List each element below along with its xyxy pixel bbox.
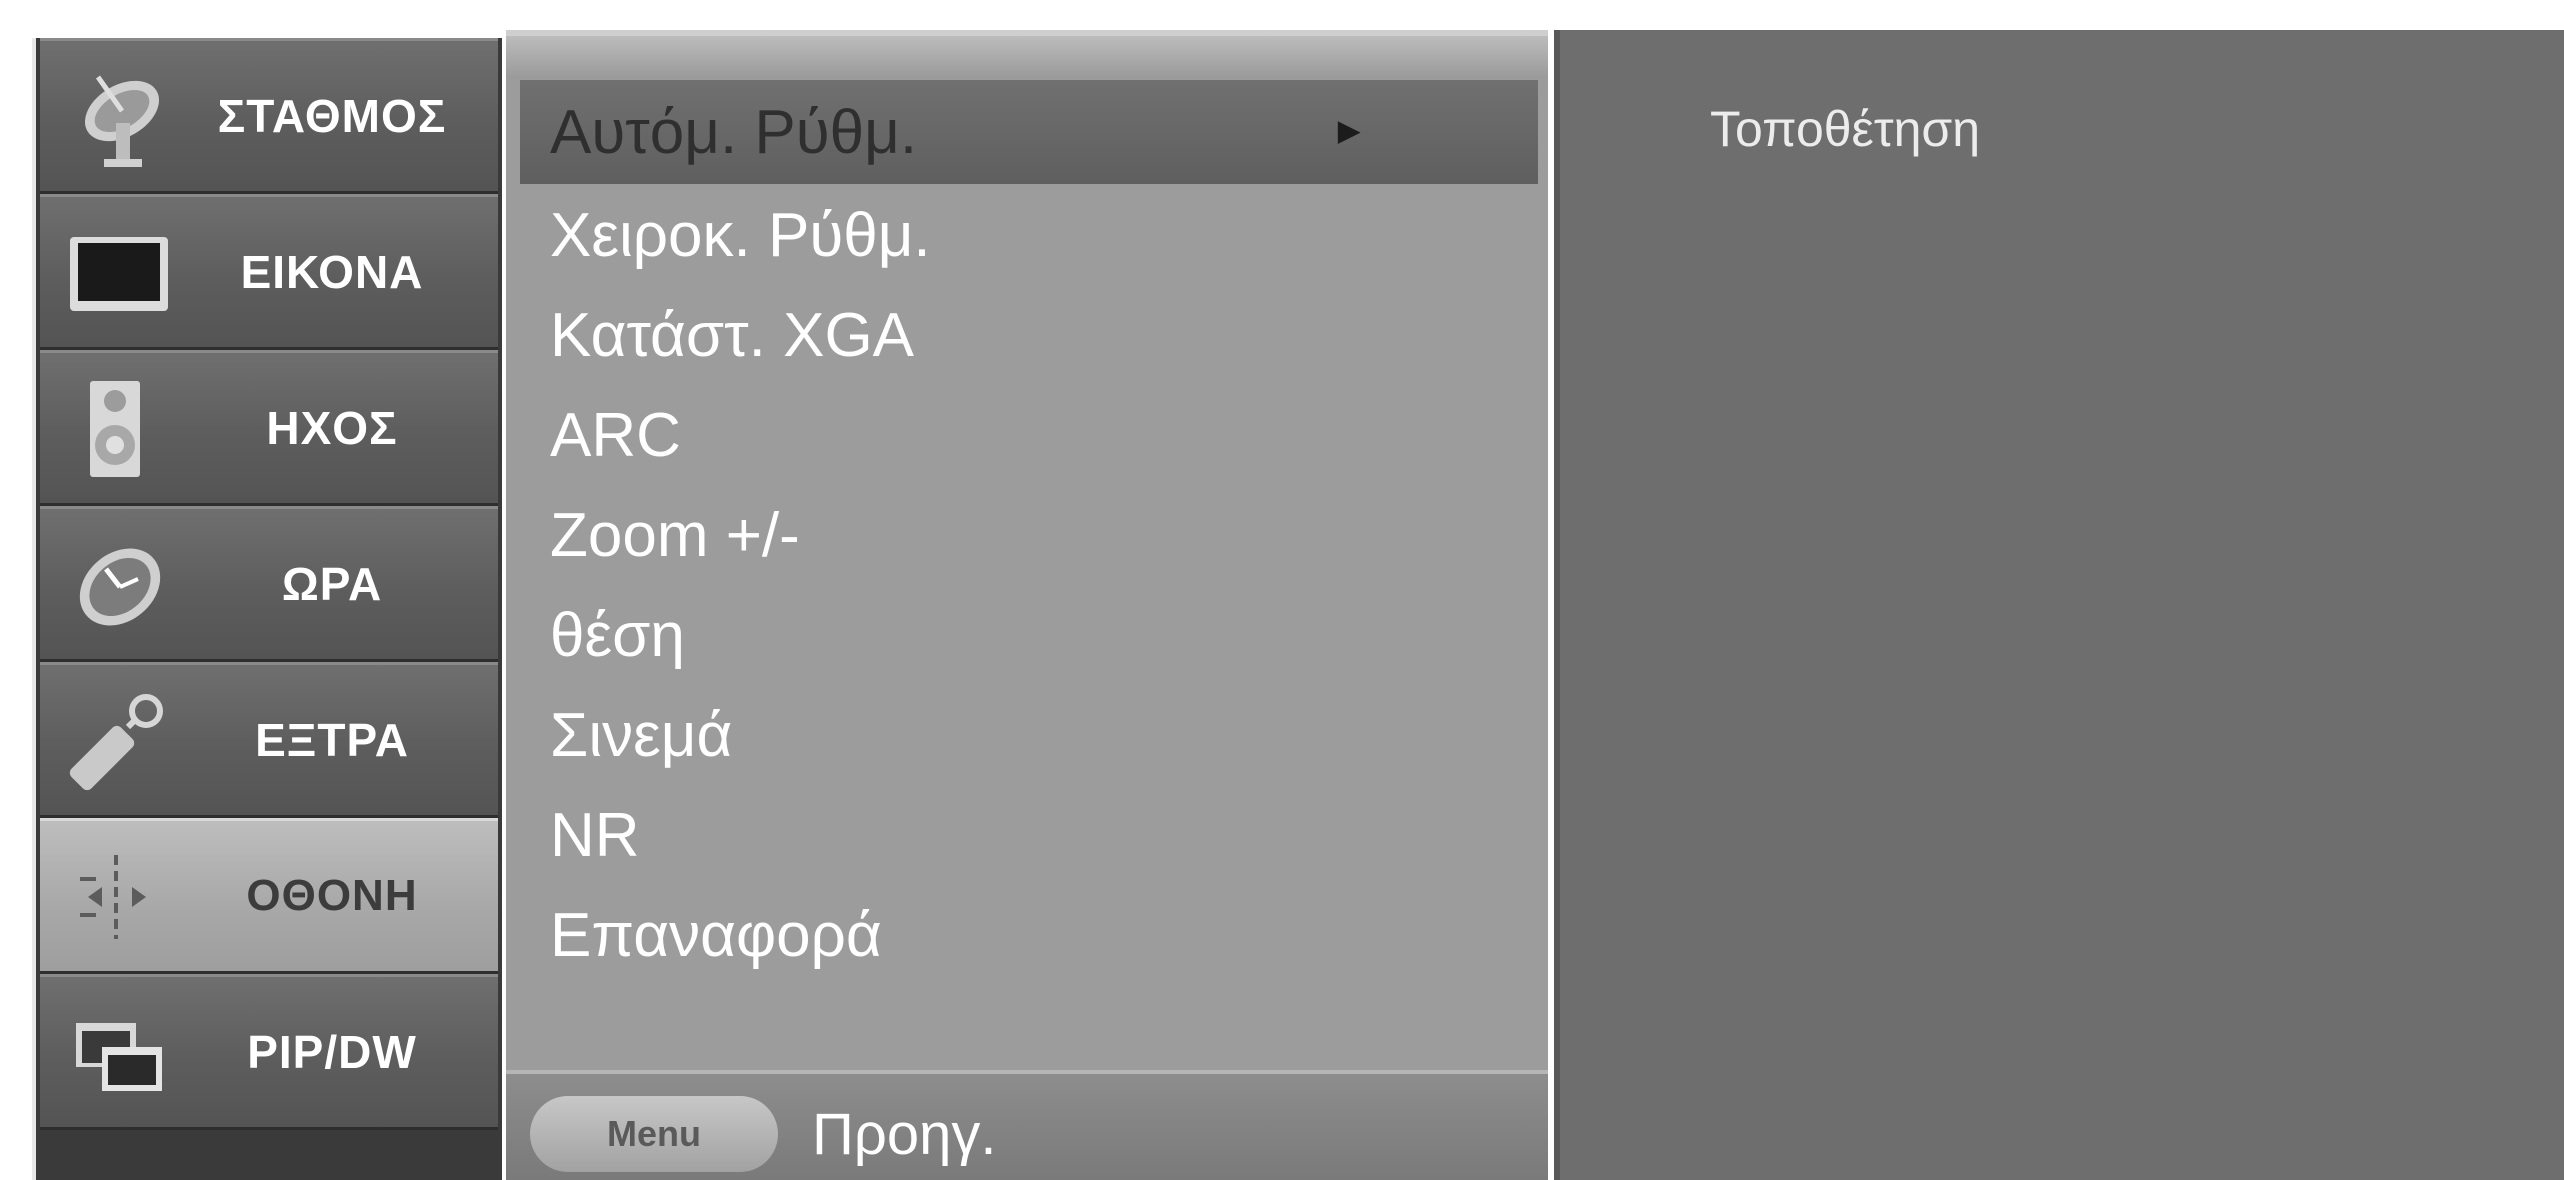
speaker-icon: [90, 381, 140, 477]
screen-adjust-icon: [80, 855, 146, 939]
submenu-item-xga-mode[interactable]: Κατάστ. XGA: [520, 286, 1538, 384]
submenu-item-label: Σινεμά: [550, 700, 733, 770]
submenu-item-label: θέση: [550, 600, 685, 670]
submenu-item-label: Χειροκ. Ρύθμ.: [550, 200, 931, 270]
submenu-item-label: ARC: [550, 400, 681, 470]
category-extra[interactable]: ΕΞΤΡΑ: [40, 662, 498, 818]
category-label: ΩΡΑ: [281, 558, 383, 610]
pip-windows-icon: [76, 1023, 162, 1091]
submenu-item-label: Αυτόμ. Ρύθμ.: [550, 97, 918, 167]
submenu-item-auto-config[interactable]: Αυτόμ. Ρύθμ. ►: [520, 80, 1538, 184]
category-pip-dw[interactable]: PIP/DW: [40, 974, 498, 1130]
submenu-footer: Menu Προηγ.: [506, 1070, 1548, 1180]
back-hint-label: Προηγ.: [812, 1101, 997, 1167]
submenu-panel: Αυτόμ. Ρύθμ. ► Χειροκ. Ρύθμ. Κατάστ. XGA…: [506, 30, 1548, 1180]
menu-button[interactable]: Menu: [530, 1096, 778, 1172]
submenu-item-arc[interactable]: ARC: [520, 386, 1538, 484]
category-ora[interactable]: ΩΡΑ: [40, 506, 498, 662]
category-label: ΕΞΤΡΑ: [255, 714, 409, 766]
info-panel-text: Τοποθέτηση: [1710, 101, 1981, 157]
key-tag-icon: [69, 694, 163, 791]
category-label: ΟΘΟΝΗ: [246, 871, 418, 920]
category-label: PIP/DW: [247, 1026, 417, 1078]
submenu-top-bar: [506, 36, 1548, 78]
info-panel: Τοποθέτηση: [1554, 30, 2564, 1180]
tv-screen-icon: [70, 237, 168, 311]
category-label: ΗΧΟΣ: [266, 402, 398, 454]
category-label: ΕΙΚΟΝΑ: [240, 246, 424, 298]
submenu-item-zoom[interactable]: Zoom +/-: [520, 486, 1538, 584]
submenu-item-position[interactable]: θέση: [520, 586, 1538, 684]
category-eikona[interactable]: ΕΙΚΟΝΑ: [40, 194, 498, 350]
right-arrow-icon: ►: [1330, 110, 1368, 153]
submenu-item-nr[interactable]: NR: [520, 786, 1538, 884]
category-column: ΣΤΑΘΜΟΣ ΕΙΚΟΝΑ ΗΧΟΣ ΩΡΑ ΕΞΤΡΑ ΟΘΟΝΗ PIP/…: [32, 38, 502, 1180]
submenu-item-label: NR: [550, 800, 640, 870]
category-ichos[interactable]: ΗΧΟΣ: [40, 350, 498, 506]
submenu-item-manual-config[interactable]: Χειροκ. Ρύθμ.: [520, 186, 1538, 284]
submenu-item-cinema[interactable]: Σινεμά: [520, 686, 1538, 784]
submenu-item-label: Zoom +/-: [550, 500, 800, 570]
satellite-dish-icon: [85, 75, 159, 167]
submenu-item-label: Επαναφορά: [550, 900, 882, 970]
clock-icon: [79, 548, 161, 626]
category-label: ΣΤΑΘΜΟΣ: [217, 90, 447, 142]
tv-osd-menu: ΣΤΑΘΜΟΣ ΕΙΚΟΝΑ ΗΧΟΣ ΩΡΑ ΕΞΤΡΑ ΟΘΟΝΗ PIP/…: [0, 0, 2564, 1180]
category-stathmos[interactable]: ΣΤΑΘΜΟΣ: [40, 38, 498, 194]
submenu-item-label: Κατάστ. XGA: [550, 300, 915, 370]
submenu-item-reset[interactable]: Επαναφορά: [520, 886, 1538, 984]
category-othoni[interactable]: ΟΘΟΝΗ: [40, 818, 498, 974]
